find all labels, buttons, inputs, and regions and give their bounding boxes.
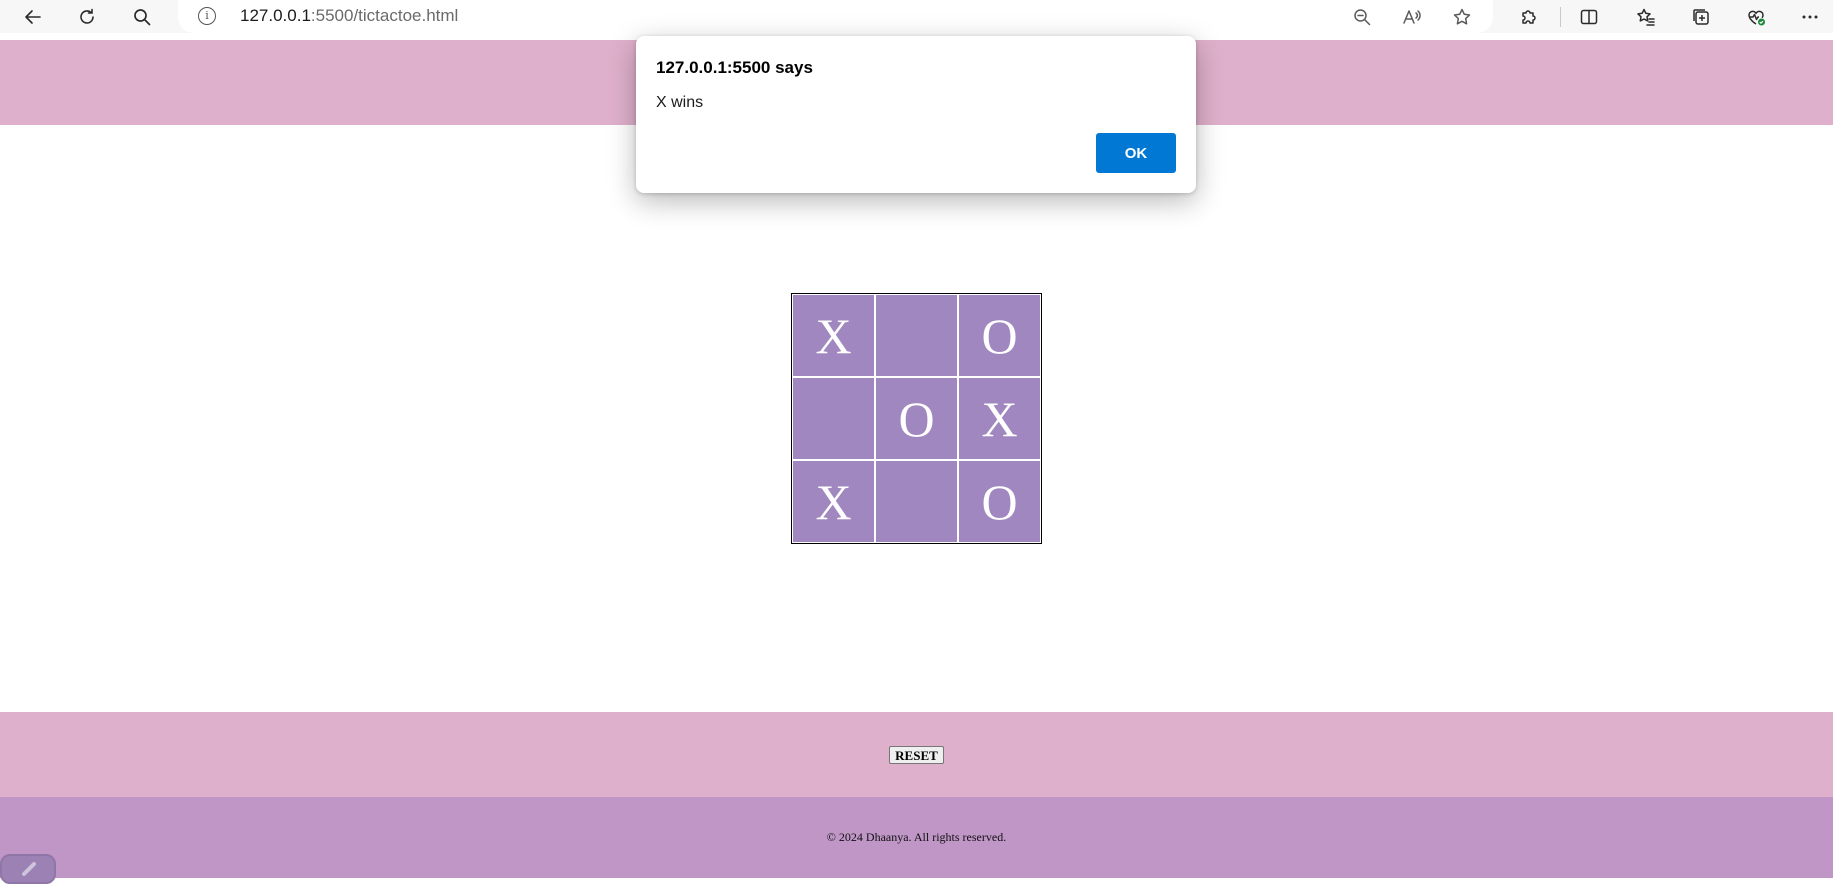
reset-button[interactable]: RESET bbox=[889, 746, 944, 764]
url-text[interactable]: 127.0.0.1:5500/tictactoe.html bbox=[240, 6, 458, 26]
favorites-icon[interactable] bbox=[1629, 0, 1663, 33]
corner-chevron-button[interactable] bbox=[0, 854, 56, 884]
toolbar-divider bbox=[1560, 7, 1561, 27]
board-cell-7[interactable]: X bbox=[793, 461, 874, 542]
board-cell-2[interactable] bbox=[876, 295, 957, 376]
board-cell-6[interactable]: X bbox=[959, 378, 1040, 459]
collections-icon[interactable] bbox=[1684, 0, 1718, 33]
search-icon[interactable] bbox=[125, 0, 159, 33]
read-aloud-icon[interactable] bbox=[1395, 0, 1429, 33]
tic-tac-toe-board: X O O X X O bbox=[791, 293, 1042, 544]
browser-toolbar: i 127.0.0.1:5500/tictactoe.html bbox=[0, 0, 1833, 33]
favorite-star-icon[interactable] bbox=[1445, 0, 1479, 33]
controls-band: RESET bbox=[0, 712, 1833, 797]
dialog-title: 127.0.0.1:5500 says bbox=[656, 58, 813, 77]
browser-essentials-icon[interactable] bbox=[1739, 0, 1773, 33]
refresh-icon[interactable] bbox=[70, 0, 104, 33]
zoom-out-icon[interactable] bbox=[1345, 0, 1379, 33]
split-screen-icon[interactable] bbox=[1572, 0, 1606, 33]
extensions-icon[interactable] bbox=[1512, 0, 1546, 33]
board-cell-8[interactable] bbox=[876, 461, 957, 542]
board-cell-3[interactable]: O bbox=[959, 295, 1040, 376]
board-cell-5[interactable]: O bbox=[876, 378, 957, 459]
alert-dialog: 127.0.0.1:5500 says X wins OK bbox=[636, 36, 1196, 193]
page-footer: © 2024 Dhaanya. All rights reserved. bbox=[0, 797, 1833, 878]
copyright-text: © 2024 Dhaanya. All rights reserved. bbox=[826, 830, 1007, 844]
chevron-left-icon bbox=[22, 862, 36, 876]
address-bar[interactable]: i 127.0.0.1:5500/tictactoe.html bbox=[178, 0, 1493, 33]
ok-button[interactable]: OK bbox=[1096, 133, 1176, 173]
dialog-message: X wins bbox=[656, 94, 704, 111]
back-icon[interactable] bbox=[16, 0, 50, 33]
board-cell-4[interactable] bbox=[793, 378, 874, 459]
url-path: :5500/tictactoe.html bbox=[310, 6, 459, 25]
site-info-icon[interactable]: i bbox=[198, 7, 216, 25]
url-host: 127.0.0.1 bbox=[240, 6, 311, 25]
board-cell-9[interactable]: O bbox=[959, 461, 1040, 542]
board-cell-1[interactable]: X bbox=[793, 295, 874, 376]
more-icon[interactable] bbox=[1793, 0, 1827, 33]
